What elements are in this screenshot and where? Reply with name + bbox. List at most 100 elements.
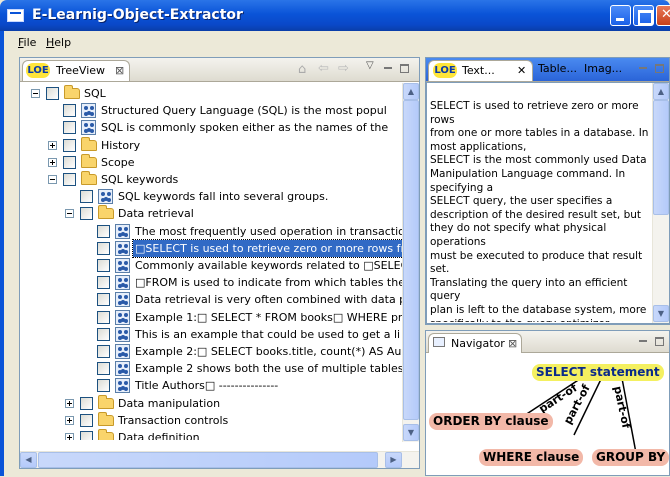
maximize-button[interactable]: [633, 5, 654, 26]
tree-row[interactable]: Data retrieval is very often combined wi…: [20, 291, 406, 308]
tree-row[interactable]: Data manipulation: [20, 394, 402, 412]
tab-image[interactable]: Imag...: [584, 62, 622, 75]
back-arrow-icon[interactable]: ⇦: [318, 61, 329, 76]
tree-checkbox[interactable]: [80, 413, 93, 427]
tab-treeview[interactable]: LOE TreeView ⊠: [22, 60, 130, 81]
menu-file[interactable]: File: [18, 36, 36, 49]
view-maximize-icon[interactable]: [655, 64, 664, 73]
tree-row-label: Example 2:□ SELECT books.title, count(*)…: [135, 345, 402, 358]
scroll-down-button[interactable]: ▼: [403, 424, 419, 441]
hscroll-thumb[interactable]: [38, 452, 378, 468]
view-minimize-icon[interactable]: [384, 64, 393, 73]
folder-icon: [98, 429, 114, 440]
view-menu-icon[interactable]: ▽: [366, 60, 374, 71]
forward-arrow-icon[interactable]: ⇨: [338, 61, 349, 76]
tree-row[interactable]: Data definition: [20, 429, 402, 440]
tab-close-icon[interactable]: ⊠: [508, 337, 517, 350]
tree-checkbox[interactable]: [80, 207, 93, 221]
node-group-by[interactable]: GROUP BY: [592, 449, 670, 466]
tree-checkbox[interactable]: [63, 121, 76, 135]
expand-icon[interactable]: [65, 433, 74, 440]
tree-checkbox[interactable]: [80, 431, 93, 440]
tree-row[interactable]: This is an example that could be used to…: [20, 326, 402, 343]
tree-row[interactable]: SQL keywords fall into several groups.: [20, 188, 402, 205]
scroll-up-button[interactable]: ▲: [653, 83, 669, 100]
tab-close-icon[interactable]: ✕: [517, 64, 526, 77]
tree-checkbox[interactable]: [97, 276, 110, 290]
minimize-button[interactable]: [610, 5, 631, 26]
view-minimize-icon[interactable]: [639, 64, 648, 73]
tree-row[interactable]: □FROM is used to indicate from which tab…: [20, 274, 413, 291]
tab-navigator[interactable]: Navigator ⊠: [428, 333, 522, 353]
tab-text[interactable]: LOE Text... ✕: [428, 60, 533, 81]
home-icon[interactable]: ⌂: [298, 62, 306, 77]
node-where[interactable]: WHERE clause: [479, 449, 584, 466]
node-select-statement[interactable]: SELECT statement: [532, 364, 664, 381]
tab-table[interactable]: Table...: [538, 62, 577, 75]
text-vertical-scrollbar[interactable]: ▲ ▼: [652, 83, 669, 323]
tree-row[interactable]: Title Authors□ ---------------: [20, 377, 402, 394]
title-bar[interactable]: E-Learnig-Object-Extractor: [0, 0, 670, 31]
expand-icon[interactable]: [65, 415, 74, 425]
tree-row-label: □SELECT is used to retrieve zero or more…: [131, 238, 413, 258]
expand-icon[interactable]: [48, 157, 57, 167]
scroll-up-button[interactable]: ▲: [403, 83, 419, 100]
node-order-by[interactable]: ORDER BY clause: [429, 413, 553, 430]
tree-checkbox[interactable]: [97, 362, 110, 376]
tab-close-icon[interactable]: ⊠: [115, 64, 124, 77]
collapse-icon[interactable]: [31, 89, 40, 98]
tree-checkbox[interactable]: [97, 327, 110, 341]
tree-checkbox[interactable]: [97, 310, 110, 324]
tree-vertical-scrollbar[interactable]: ▲ ▼: [402, 83, 419, 442]
tree-row[interactable]: History: [20, 136, 402, 154]
tree-horizontal-scrollbar[interactable]: ◀ ▶: [20, 451, 419, 468]
tree-row[interactable]: Example 2 shows both the use of multiple…: [20, 360, 410, 377]
tree-row[interactable]: □SELECT is used to retrieve zero or more…: [20, 238, 413, 258]
expand-icon[interactable]: [65, 398, 74, 408]
tree-row[interactable]: Data retrieval: [20, 205, 402, 222]
tree-row[interactable]: Commonly available keywords related to □…: [20, 257, 413, 274]
scroll-thumb[interactable]: [653, 100, 669, 215]
tree-row[interactable]: SQL is commonly spoken either as the nam…: [20, 119, 402, 136]
tree-row[interactable]: Structured Query Language (SQL) is the m…: [20, 102, 402, 119]
collapse-icon[interactable]: [65, 209, 74, 219]
tree-row[interactable]: Transaction controls: [20, 411, 402, 429]
tree-checkbox[interactable]: [63, 173, 76, 186]
text-content[interactable]: SELECT is used to retrieve zero or more …: [430, 98, 650, 322]
view-maximize-icon[interactable]: [655, 337, 664, 346]
tree-checkbox[interactable]: [97, 241, 110, 255]
tree-row-label: SQL is commonly spoken either as the nam…: [101, 121, 389, 135]
tree-checkbox[interactable]: [80, 190, 93, 204]
tree-checkbox[interactable]: [97, 345, 110, 358]
tree-checkbox[interactable]: [80, 396, 93, 410]
tree-row[interactable]: SQL: [20, 85, 402, 102]
tree-checkbox[interactable]: [97, 259, 110, 272]
tree-row[interactable]: Example 2:□ SELECT books.title, count(*)…: [20, 343, 402, 360]
close-button[interactable]: [656, 5, 670, 26]
scroll-thumb[interactable]: [403, 100, 419, 420]
tree-row[interactable]: The most frequently used operation in tr…: [20, 223, 412, 240]
tab-text-label: Text...: [462, 64, 495, 77]
tree-checkbox[interactable]: [97, 379, 110, 393]
scroll-down-button[interactable]: ▼: [653, 305, 669, 322]
view-minimize-icon[interactable]: [639, 337, 648, 346]
window-frame: [0, 31, 4, 476]
tree-row[interactable]: Scope: [20, 153, 402, 171]
tree-checkbox[interactable]: [63, 104, 76, 118]
tree-checkbox[interactable]: [63, 155, 76, 169]
view-maximize-icon[interactable]: [400, 64, 409, 73]
tree-checkbox[interactable]: [63, 138, 76, 152]
expand-icon[interactable]: [48, 140, 57, 150]
tree-checkbox[interactable]: [46, 87, 59, 100]
collapse-icon[interactable]: [48, 175, 57, 184]
menu-help[interactable]: Help: [46, 36, 71, 49]
scroll-left-button[interactable]: ◀: [20, 452, 37, 468]
tree-row[interactable]: Example 1:□ SELECT * FROM books□ WHERE p…: [20, 309, 413, 326]
tree-row[interactable]: SQL keywords: [20, 171, 402, 188]
tree-checkbox[interactable]: [97, 293, 110, 307]
tree-row-label: Data retrieval: [118, 207, 194, 221]
tree-checkbox[interactable]: [97, 224, 110, 238]
tree-row-label: History: [101, 138, 141, 152]
scroll-right-button[interactable]: ▶: [385, 452, 402, 468]
navigator-panel: Navigator ⊠ part-of part-of part-of SELE…: [425, 330, 670, 476]
